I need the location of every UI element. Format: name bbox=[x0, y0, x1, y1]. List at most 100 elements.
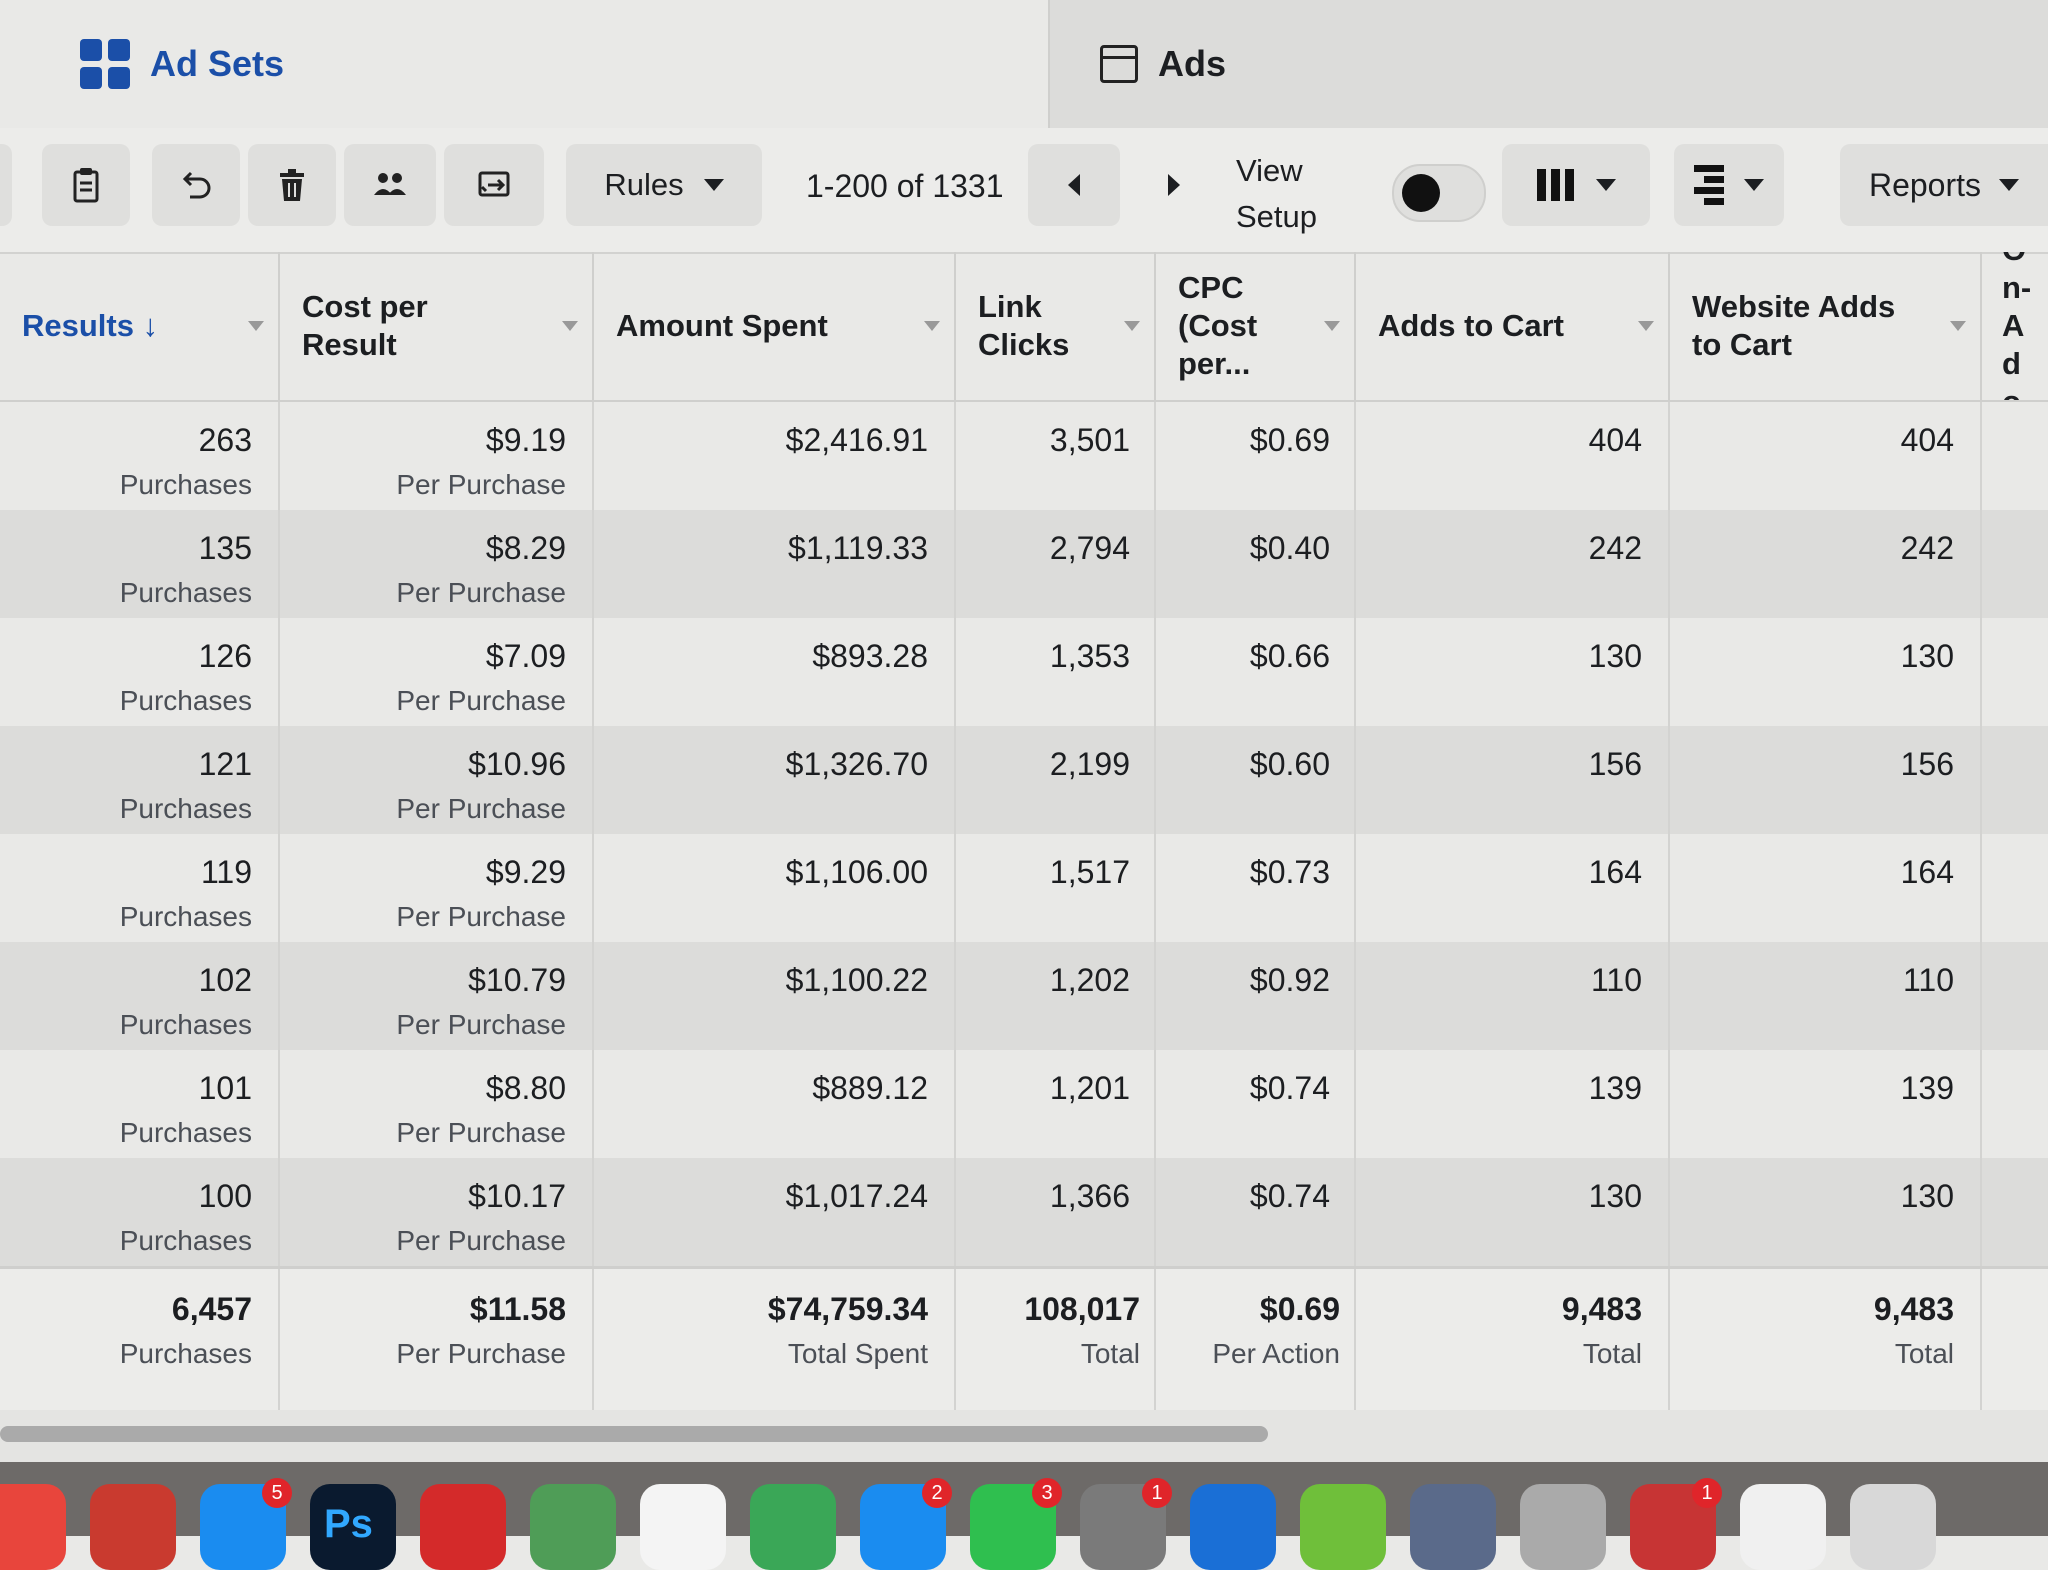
reeder-icon[interactable] bbox=[90, 1484, 176, 1570]
ad-preview-icon bbox=[1100, 45, 1138, 83]
column-header-link-clicks[interactable]: Link Clicks bbox=[954, 252, 1154, 400]
table-cell-amount-spent: $2,416.91 bbox=[592, 402, 954, 510]
table-row[interactable]: 119 Purchases $9.29 Per Purchase $1,106.00 1,… bbox=[0, 834, 2048, 942]
breakdown-dropdown[interactable] bbox=[1674, 144, 1784, 226]
cell-value: $0.60 bbox=[1249, 746, 1330, 782]
tab-bar: Ad Sets Ads bbox=[0, 0, 2048, 128]
table-row[interactable]: 102 Purchases $10.79 Per Purchase $1,100.22 1… bbox=[0, 942, 2048, 1050]
keyboard-viewer-icon[interactable] bbox=[1850, 1484, 1936, 1570]
clipboard-button[interactable] bbox=[42, 144, 130, 226]
table-cell-amount-spent: $1,017.24 bbox=[592, 1158, 954, 1266]
delete-button[interactable] bbox=[248, 144, 336, 226]
table-row[interactable]: 263 Purchases $9.19 Per Purchase $2,416.91 3,… bbox=[0, 402, 2048, 510]
ad-sets-table: Results ↓ Cost per Result Amount Spent L… bbox=[0, 252, 2048, 1419]
chevron-down-icon[interactable] bbox=[1950, 321, 1966, 331]
installer-icon[interactable]: 1 bbox=[1630, 1478, 1722, 1570]
preview-icon[interactable] bbox=[1410, 1484, 1496, 1570]
chevron-down-icon[interactable] bbox=[1324, 321, 1340, 331]
photoshop-icon[interactable]: Ps bbox=[310, 1484, 396, 1570]
breakdown-icon bbox=[1694, 165, 1724, 205]
chevron-down-icon[interactable] bbox=[1638, 321, 1654, 331]
table-cell-on-ad bbox=[1980, 510, 2048, 618]
app-store-icon[interactable]: 5 bbox=[200, 1478, 292, 1570]
photos-icon[interactable] bbox=[640, 1484, 726, 1570]
cell-value: 1,517 bbox=[1049, 854, 1130, 890]
creative-cloud-icon[interactable] bbox=[420, 1484, 506, 1570]
toggle-knob bbox=[1402, 174, 1440, 212]
cell-value: $0.92 bbox=[1249, 962, 1330, 998]
chevron-down-icon[interactable] bbox=[248, 321, 264, 331]
scrollbar-thumb[interactable] bbox=[0, 1426, 1268, 1442]
numbers-icon[interactable] bbox=[750, 1484, 836, 1570]
tab-ads[interactable]: Ads bbox=[1050, 0, 2048, 128]
previous-page-button[interactable] bbox=[1028, 144, 1120, 226]
cell-value: 263 bbox=[198, 422, 252, 458]
table-row[interactable]: 126 Purchases $7.09 Per Purchase $893.28 1,35… bbox=[0, 618, 2048, 726]
table-row[interactable]: 121 Purchases $10.96 Per Purchase $1,326.70 2… bbox=[0, 726, 2048, 834]
table-cell-amount-spent: $1,106.00 bbox=[592, 834, 954, 942]
facetime-icon[interactable]: 3 bbox=[970, 1478, 1062, 1570]
cell-value: 2,794 bbox=[1049, 530, 1130, 566]
column-header-on-ad[interactable]: On-Ado bbox=[1980, 252, 2048, 400]
next-page-button[interactable] bbox=[1128, 144, 1220, 226]
columns-dropdown[interactable] bbox=[1502, 144, 1650, 226]
cell-value: 110 bbox=[1590, 962, 1642, 998]
chevron-down-icon bbox=[1744, 179, 1764, 191]
table-cell-results: 102 Purchases bbox=[0, 942, 278, 1050]
maps-icon[interactable] bbox=[530, 1484, 616, 1570]
rules-dropdown[interactable]: Rules bbox=[566, 144, 762, 226]
view-setup-link[interactable]: View Setup bbox=[1236, 148, 1346, 240]
safari-icon[interactable] bbox=[1190, 1484, 1276, 1570]
horizontal-scrollbar[interactable] bbox=[0, 1410, 2048, 1462]
cell-subtext: Per Purchase bbox=[396, 793, 566, 824]
cell-value: $1,326.70 bbox=[785, 746, 928, 782]
table-cell-link-clicks: 1,353 bbox=[954, 618, 1154, 726]
column-header-website-adds-to-cart[interactable]: Website Adds to Cart bbox=[1668, 252, 1980, 400]
cell-value: $0.69 bbox=[1249, 422, 1330, 458]
cell-subtext: Per Purchase bbox=[396, 1225, 566, 1256]
cell-value: 130 bbox=[1588, 1178, 1642, 1214]
column-header-cpc[interactable]: CPC (Cost per... bbox=[1154, 252, 1354, 400]
summary-adds-to-cart: 9,483 Total bbox=[1354, 1269, 1668, 1419]
table-header: Results ↓ Cost per Result Amount Spent L… bbox=[0, 252, 2048, 402]
undo-button[interactable] bbox=[152, 144, 240, 226]
cell-value: 139 bbox=[1900, 1070, 1954, 1106]
column-header-results[interactable]: Results ↓ bbox=[0, 252, 278, 400]
table-cell-cost-per-result: $10.79 Per Purchase bbox=[278, 942, 592, 1050]
table-cell-cost-per-result: $8.29 Per Purchase bbox=[278, 510, 592, 618]
table-cell-link-clicks: 1,366 bbox=[954, 1158, 1154, 1266]
tab-ad-sets[interactable]: Ad Sets bbox=[0, 0, 1050, 128]
audience-button[interactable] bbox=[344, 144, 436, 226]
chevron-down-icon bbox=[1595, 179, 1616, 191]
view-setup-toggle[interactable] bbox=[1392, 164, 1486, 222]
table-row[interactable]: 100 Purchases $10.17 Per Purchase $1,017.24 1… bbox=[0, 1158, 2048, 1266]
chrome-icon[interactable] bbox=[0, 1484, 66, 1570]
cell-value: 126 bbox=[198, 638, 252, 674]
table-cell-cpc: $0.74 bbox=[1154, 1158, 1354, 1266]
cell-subtext: Per Purchase bbox=[396, 1009, 566, 1040]
column-header-cost-per-result[interactable]: Cost per Result bbox=[278, 252, 592, 400]
table-cell-website-adds-to-cart: 404 bbox=[1668, 402, 1980, 510]
export-button[interactable] bbox=[444, 144, 544, 226]
table-cell-website-adds-to-cart: 110 bbox=[1668, 942, 1980, 1050]
grapher-icon[interactable] bbox=[1300, 1484, 1386, 1570]
chevron-down-icon[interactable] bbox=[1124, 321, 1140, 331]
table-cell-amount-spent: $893.28 bbox=[592, 618, 954, 726]
table-row[interactable]: 135 Purchases $8.29 Per Purchase $1,119.33 2,… bbox=[0, 510, 2048, 618]
chevron-down-icon[interactable] bbox=[924, 321, 940, 331]
reports-dropdown[interactable]: Reports bbox=[1840, 144, 2048, 226]
script-editor-icon[interactable] bbox=[1520, 1484, 1606, 1570]
table-cell-adds-to-cart: 110 bbox=[1354, 942, 1668, 1050]
column-header-amount-spent[interactable]: Amount Spent bbox=[592, 252, 954, 400]
table-cell-cost-per-result: $7.09 Per Purchase bbox=[278, 618, 592, 726]
system-preferences-icon[interactable]: 1 bbox=[1080, 1478, 1172, 1570]
chevron-down-icon[interactable] bbox=[562, 321, 578, 331]
summary-amount-spent: $74,759.34 Total Spent bbox=[592, 1269, 954, 1419]
table-row[interactable]: 101 Purchases $8.80 Per Purchase $889.12 1,20… bbox=[0, 1050, 2048, 1158]
textedit-icon[interactable] bbox=[1740, 1484, 1826, 1570]
summary-results: 6,457 Purchases bbox=[119, 1291, 252, 1369]
column-header-adds-to-cart[interactable]: Adds to Cart bbox=[1354, 252, 1668, 400]
toolbar-edge-button[interactable] bbox=[0, 144, 12, 226]
chevron-down-icon bbox=[1999, 179, 2020, 191]
messages-icon[interactable]: 2 bbox=[860, 1478, 952, 1570]
